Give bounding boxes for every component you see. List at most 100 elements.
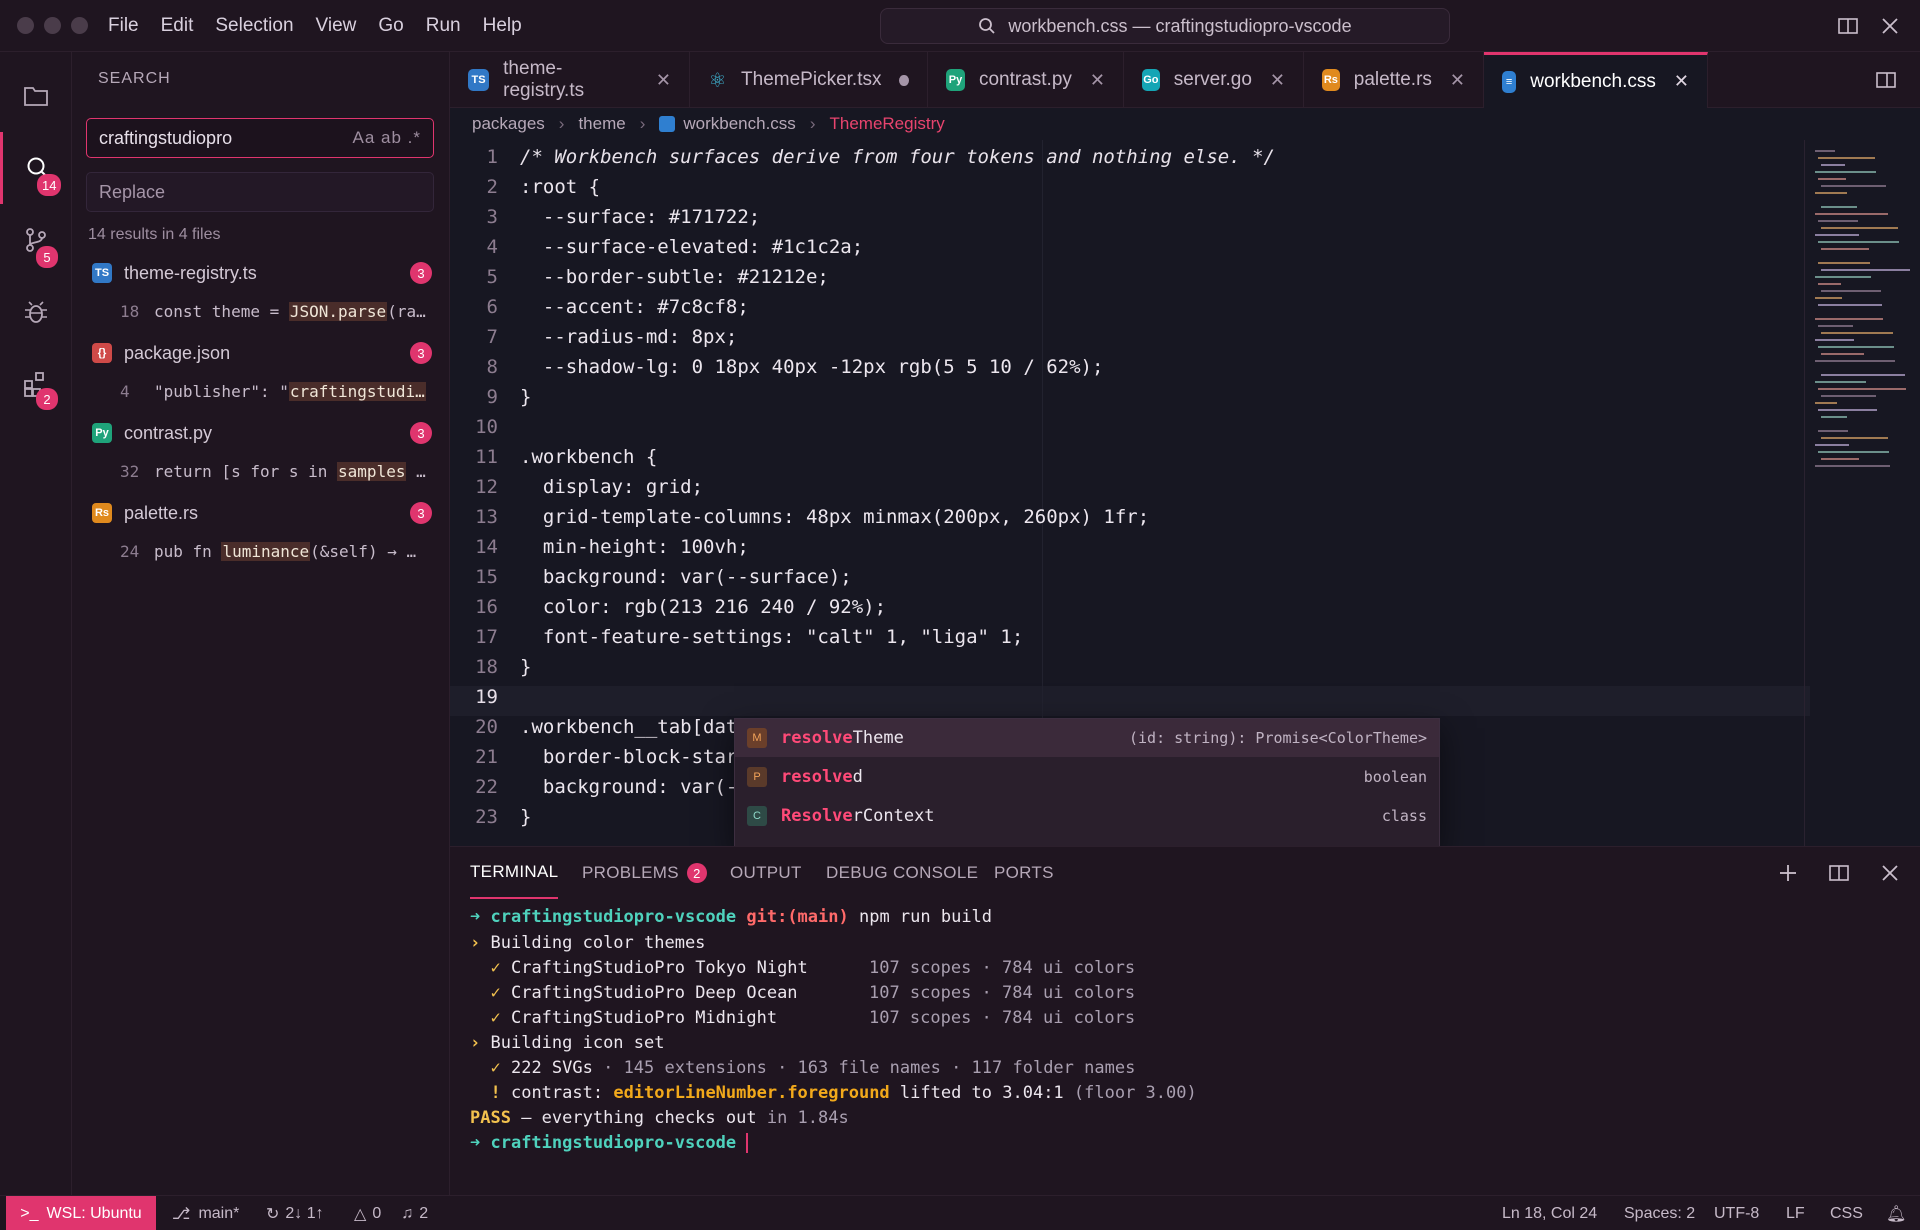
close-window-icon[interactable] [1878,14,1902,38]
minimap-line [1821,227,1898,229]
remote-indicator[interactable]: >_ WSL: Ubuntu [6,1196,156,1230]
breadcrumb-item[interactable]: theme [578,114,625,134]
tab-workbench-css[interactable]: ≡ workbench.css ✕ [1484,52,1708,108]
extensions-activity[interactable]: 2 [0,348,72,420]
tab-palette[interactable]: Rs palette.rs ✕ [1304,52,1484,108]
terminal-command: npm run build [848,907,993,927]
window-close-dot[interactable] [17,17,34,34]
terminal-text: PASS [470,1108,511,1128]
close-icon[interactable]: ✕ [1090,70,1105,91]
branch-item[interactable]: ⎇ main* [172,1196,239,1230]
encoding[interactable]: UTF-8 [1714,1196,1759,1230]
tab-debug-console[interactable]: DEBUG CONSOLE [826,847,978,899]
split-editor-icon[interactable] [1874,68,1898,92]
notifications-icon[interactable]: 🔔︎ [1886,1196,1906,1230]
window-minimize-dot[interactable] [44,17,61,34]
terminal-line: ✓ CraftingStudioPro Midnight 107 scopes ·… [490,1008,1136,1028]
indentation[interactable]: Spaces: 2 [1624,1196,1695,1230]
menu-view[interactable]: View [316,15,357,37]
tab-theme-picker[interactable]: ⚛ ThemePicker.tsx [690,52,928,108]
terminal-text: CraftingStudioPro Deep Ocean [510,983,798,1003]
line-ending[interactable]: LF [1786,1196,1805,1230]
terminal-line[interactable]: ➜ craftingstudiopro-vscode [470,1133,749,1153]
close-icon[interactable]: ✕ [1270,70,1285,91]
result-line[interactable]: 32 return [s for s in samples … [120,456,432,486]
result-line[interactable]: 24 pub fn luminance(&self) → … [120,536,432,566]
search-input[interactable]: craftingstudiopro Aa ab .* [86,118,434,158]
minimap-line [1815,465,1890,467]
result-file[interactable]: TS theme-registry.ts 3 [92,258,432,288]
minimap-line [1815,276,1871,278]
rust-icon: Rs [1322,69,1340,91]
prompt-git: git:(main) [746,907,849,927]
search-input-value: craftingstudiopro [99,127,233,148]
minimap-line [1815,213,1888,215]
tab-contrast[interactable]: Py contrast.py ✕ [928,52,1124,108]
tab-label: theme-registry.ts [503,58,585,101]
minimap-line [1815,234,1859,236]
close-panel-icon[interactable] [1878,861,1902,885]
line-number: 11 [475,446,498,468]
tab-server[interactable]: Go server.go ✕ [1124,52,1304,108]
minimap[interactable] [1804,140,1920,846]
code-line: --surface: #171722; [520,206,761,228]
close-icon[interactable]: ✕ [1450,70,1465,91]
result-line[interactable]: 18 const theme = JSON.parse(ra… [120,296,432,326]
scm-badge: 5 [36,246,58,268]
result-file[interactable]: Rs palette.rs 3 [92,498,432,528]
suggestion-item[interactable]: M resolveTheme (id: string): Promise<Col… [735,719,1439,757]
language-mode[interactable]: CSS [1830,1196,1863,1230]
menu-file[interactable]: File [108,15,139,37]
search-activity[interactable]: 14 [0,132,72,204]
menu-go[interactable]: Go [378,15,403,37]
search-options[interactable]: Aa ab .* [353,128,422,148]
sidebar-title: SEARCH [98,70,171,87]
minimap-line [1818,262,1870,264]
breadcrumb-symbol[interactable]: ThemeRegistry [829,114,944,134]
suggestion-item[interactable]: P resolved boolean [735,758,1439,796]
window-maximize-dot[interactable] [71,17,88,34]
terminal-text: — everything checks out [510,1108,757,1128]
unsaved-dot-icon[interactable] [899,74,909,86]
tab-problems[interactable]: PROBLEMS 2 [582,847,707,899]
source-control-activity[interactable]: 5 [0,204,72,276]
toggle-layout-icon[interactable] [1836,14,1860,38]
result-file[interactable]: Py contrast.py 3 [92,418,432,448]
debug-activity[interactable] [0,276,72,348]
cursor-position[interactable]: Ln 18, Col 24 [1502,1196,1597,1230]
tab-theme-registry[interactable]: TS theme-registry.ts ✕ [450,52,690,108]
line-number: 5 [486,266,498,288]
property-icon: P [747,767,767,787]
terminal-text: Building color themes [490,933,706,953]
bottom-panel: TERMINAL PROBLEMS 2 OUTPUT DEBUG CONSOLE … [450,846,1920,1195]
activity-bar: 14 5 2 C [0,52,72,1230]
chevron-right-icon: › [558,114,565,133]
result-line[interactable]: 4 "publisher": "craftingstudi… [120,376,432,406]
result-pre: "publisher": " [154,381,289,401]
command-center[interactable]: workbench.css — craftingstudiopro-vscode [880,8,1450,44]
menu-run[interactable]: Run [426,15,461,37]
breadcrumb-item[interactable]: workbench.css [683,114,795,134]
tab-terminal[interactable]: TERMINAL [470,847,559,899]
tab-output[interactable]: OUTPUT [730,847,802,899]
explorer-activity[interactable] [0,60,72,132]
close-icon[interactable]: ✕ [656,70,671,91]
menu-selection[interactable]: Selection [215,15,293,37]
result-file[interactable]: {} package.json 3 [92,338,432,368]
line-number: 9 [486,386,498,408]
suggestion-item[interactable]: C ResolverContext class [735,797,1439,835]
tab-ports[interactable]: PORTS [994,847,1054,899]
close-icon[interactable]: ✕ [1674,71,1689,92]
minimap-line [1821,437,1888,439]
code-line: --radius-md: 8px; [520,326,738,348]
sync-item[interactable]: ↻ 2↓ 1↑ [266,1196,324,1230]
menu-help[interactable]: Help [483,15,522,37]
result-line-number: 32 [120,461,140,481]
add-icon[interactable] [1776,861,1800,885]
class-icon: C [747,806,767,826]
breadcrumb-item[interactable]: packages [472,114,545,134]
split-terminal-icon[interactable] [1827,861,1851,885]
menu-edit[interactable]: Edit [161,15,194,37]
replace-input[interactable]: Replace [86,172,434,212]
problems-item[interactable]: △ 0 ♫ 2 [354,1196,428,1230]
